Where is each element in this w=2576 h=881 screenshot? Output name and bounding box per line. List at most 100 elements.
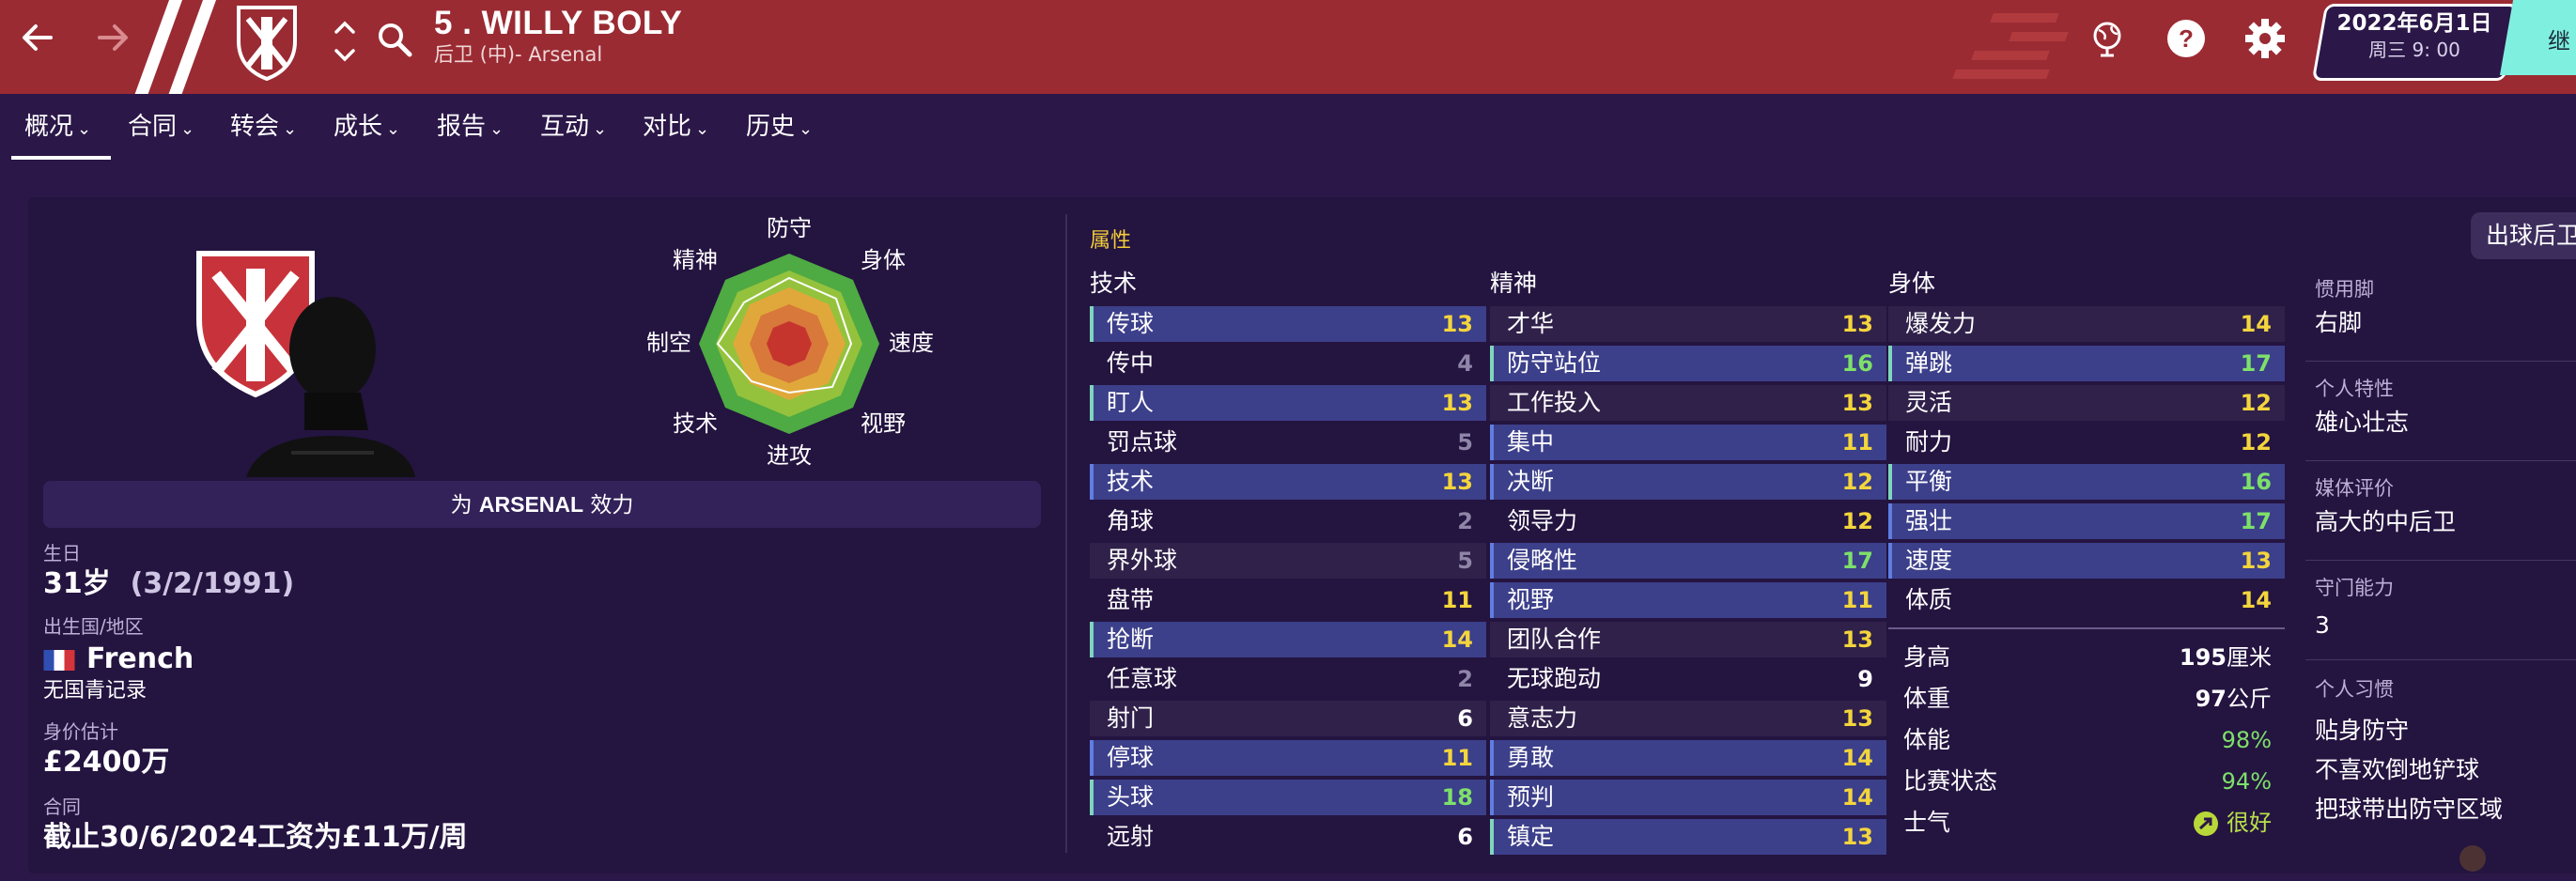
attribute-name: 意志力 <box>1507 704 1578 732</box>
attribute-value: 17 <box>1841 548 1873 574</box>
chevron-down-icon: ⌄ <box>77 119 92 139</box>
player-photo-placeholder <box>246 297 415 477</box>
attribute-row-physical[interactable]: 灵活 12 <box>1888 385 2285 421</box>
tab-reports[interactable]: 报告 ⌄ <box>437 111 504 146</box>
attribute-row-technical[interactable]: 技术 13 <box>1090 464 1486 500</box>
attribute-name: 团队合作 <box>1507 626 1602 653</box>
attribute-name: 传球 <box>1107 310 1155 337</box>
chevron-down-icon: ⌄ <box>283 119 298 139</box>
radar-label-technique: 技术 <box>673 410 718 437</box>
attribute-radar-chart <box>699 254 879 434</box>
attribute-name: 侵略性 <box>1507 547 1578 574</box>
attribute-name: 体质 <box>1905 586 1953 613</box>
attribute-row-technical[interactable]: 任意球 2 <box>1090 661 1486 697</box>
tab-contract[interactable]: 合同 ⌄ <box>128 111 194 146</box>
game-date[interactable]: 2022年6月1日 周三 9: 00 <box>2320 9 2508 62</box>
player-switch-arrows[interactable] <box>331 15 359 68</box>
radar-label-attacking: 进攻 <box>767 442 812 469</box>
radar-label-mental: 精神 <box>673 247 718 273</box>
tab-label: 转会 <box>230 113 280 141</box>
attribute-row-technical[interactable]: 界外球 5 <box>1090 543 1486 579</box>
attribute-row-physical[interactable]: 平衡 16 <box>1888 464 2285 500</box>
forward-button[interactable] <box>92 17 133 66</box>
attribute-value: 11 <box>1841 429 1873 456</box>
attribute-row-physical[interactable]: 耐力 12 <box>1888 425 2285 460</box>
attribute-row-mental[interactable]: 意志力 13 <box>1490 701 1886 736</box>
attribute-row-technical[interactable]: 传中 4 <box>1090 346 1486 381</box>
attribute-row-mental[interactable]: 视野 11 <box>1490 582 1886 618</box>
attribute-name: 工作投入 <box>1507 389 1602 416</box>
attribute-name: 弹跳 <box>1905 349 1953 377</box>
attribute-row-mental[interactable]: 团队合作 13 <box>1490 622 1886 657</box>
attribute-name: 领导力 <box>1507 507 1578 534</box>
weight-label: 体重 <box>1903 685 1951 712</box>
attribute-row-physical[interactable]: 速度 13 <box>1888 543 2285 579</box>
attribute-row-technical[interactable]: 角球 2 <box>1090 503 1486 539</box>
player-position-club: 后卫 (中)- Arsenal <box>434 43 603 66</box>
back-button[interactable] <box>17 17 58 66</box>
attribute-row-physical[interactable]: 爆发力 14 <box>1888 306 2285 342</box>
settings-icon[interactable] <box>2243 17 2287 60</box>
attribute-row-technical[interactable]: 抢断 14 <box>1090 622 1486 657</box>
attribute-row-technical[interactable]: 远射 6 <box>1090 819 1486 855</box>
attribute-row-technical[interactable]: 传球 13 <box>1090 306 1486 342</box>
habit-item[interactable]: 不喜欢倒地铲球 <box>2315 755 2479 785</box>
morale-text: 很好 <box>2227 810 2272 836</box>
plays-for-club[interactable]: ARSENAL <box>479 492 583 517</box>
tab-interaction[interactable]: 互动 ⌄ <box>540 111 607 146</box>
attribute-row-technical[interactable]: 射门 6 <box>1090 701 1486 736</box>
tab-compare[interactable]: 对比 ⌄ <box>643 111 709 146</box>
attribute-value: 2 <box>1457 508 1473 534</box>
attribute-row-mental[interactable]: 镇定 13 <box>1490 819 1886 855</box>
chevron-down-icon: ⌄ <box>799 119 814 139</box>
attribute-row-mental[interactable]: 集中 11 <box>1490 425 1886 460</box>
attribute-row-physical[interactable]: 强壮 17 <box>1888 503 2285 539</box>
attribute-row-technical[interactable]: 罚点球 5 <box>1090 425 1486 460</box>
search-icon[interactable] <box>374 19 415 60</box>
attribute-row-physical[interactable]: 体质 14 <box>1888 582 2285 618</box>
attribute-value: 14 <box>1841 745 1873 771</box>
attribute-row-mental[interactable]: 决断 12 <box>1490 464 1886 500</box>
attribute-value: 16 <box>2240 469 2272 495</box>
habit-item[interactable]: 贴身防守 <box>2315 716 2409 746</box>
height-unit: 厘米 <box>2227 644 2272 671</box>
morale-value[interactable]: 很好 <box>2114 807 2272 839</box>
attribute-row-mental[interactable]: 侵略性 17 <box>1490 543 1886 579</box>
tab-label: 互动 <box>540 113 590 141</box>
attribute-row-technical[interactable]: 停球 11 <box>1090 740 1486 776</box>
role-chip[interactable]: 出球后卫 <box>2471 212 2576 259</box>
nationality-row[interactable]: French <box>43 641 194 678</box>
attribute-name: 无球跑动 <box>1507 665 1602 692</box>
tab-overview[interactable]: 概况 ⌄ <box>24 111 91 146</box>
tab-history[interactable]: 历史 ⌄ <box>746 111 813 146</box>
attribute-row-mental[interactable]: 才华 13 <box>1490 306 1886 342</box>
attribute-row-mental[interactable]: 预判 14 <box>1490 780 1886 815</box>
attribute-value: 16 <box>1841 350 1873 377</box>
attribute-value: 13 <box>1841 311 1873 337</box>
attribute-value: 13 <box>1841 390 1873 416</box>
help-icon[interactable]: ? <box>2165 17 2208 60</box>
attribute-row-mental[interactable]: 领导力 12 <box>1490 503 1886 539</box>
world-icon[interactable] <box>2086 17 2129 60</box>
header-decoration <box>1952 70 2050 79</box>
attribute-row-technical[interactable]: 盘带 11 <box>1090 582 1486 618</box>
attribute-value: 13 <box>1441 390 1473 416</box>
attribute-row-mental[interactable]: 防守站位 16 <box>1490 346 1886 381</box>
tab-development[interactable]: 成长 ⌄ <box>334 111 400 146</box>
panel-divider <box>1065 214 1067 853</box>
goalkeeping-value: 3 <box>2315 611 2330 639</box>
attribute-row-mental[interactable]: 工作投入 13 <box>1490 385 1886 421</box>
habit-item[interactable]: 把球带出防守区域 <box>2315 795 2503 825</box>
tab-transfer[interactable]: 转会 ⌄ <box>230 111 297 146</box>
attribute-name: 强壮 <box>1905 507 1953 534</box>
contract-label: 合同 <box>43 796 81 818</box>
attribute-row-mental[interactable]: 勇敢 14 <box>1490 740 1886 776</box>
attribute-row-mental[interactable]: 无球跑动 9 <box>1490 661 1886 697</box>
attribute-row-technical[interactable]: 盯人 13 <box>1090 385 1486 421</box>
attribute-row-technical[interactable]: 头球 18 <box>1090 780 1486 815</box>
attribute-row-physical[interactable]: 弹跳 17 <box>1888 346 2285 381</box>
tab-label: 成长 <box>334 113 383 141</box>
club-crest-icon[interactable] <box>233 4 301 81</box>
weight-value: 97公斤 <box>2114 683 2272 715</box>
attribute-value: 13 <box>2240 548 2272 574</box>
